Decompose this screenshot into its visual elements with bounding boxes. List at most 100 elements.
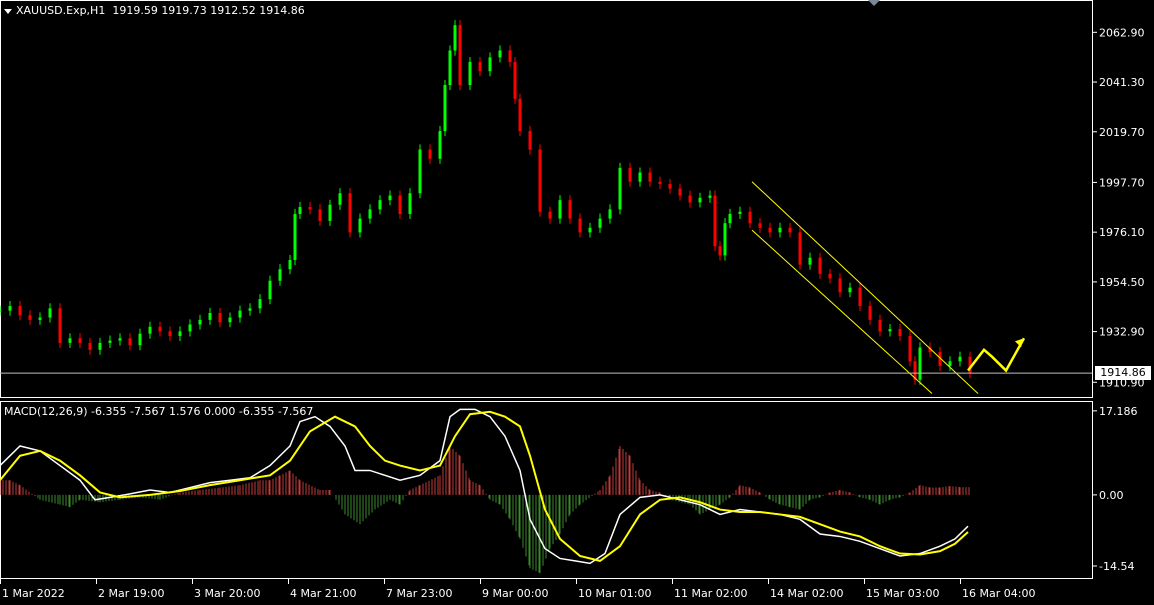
candle-body <box>848 287 852 293</box>
price-series-layer <box>0 20 972 385</box>
chart-header: XAUUSD.Exp,H1 1919.59 1919.73 1912.52 19… <box>4 4 305 17</box>
candle-body <box>178 331 182 336</box>
channel-upper-line <box>751 181 979 394</box>
price-tick-label: 1954.50 <box>1099 276 1145 289</box>
candle-body <box>488 57 492 72</box>
candle-body <box>458 25 462 86</box>
candle-body <box>658 181 662 185</box>
candle-body <box>258 299 262 309</box>
candle-body <box>598 218 602 228</box>
candle-body <box>528 131 532 150</box>
scroll-marker-icon[interactable] <box>868 0 880 6</box>
candle-body <box>208 312 212 320</box>
channel-layer <box>751 181 979 394</box>
main-panel-frame <box>0 0 1093 398</box>
candle-body <box>768 227 772 233</box>
candle-body <box>498 50 502 58</box>
candle-body <box>398 195 402 214</box>
time-tick-label: 7 Mar 23:00 <box>386 587 452 600</box>
candle-body <box>948 361 952 366</box>
candle-body <box>48 308 52 318</box>
symbol-label: XAUUSD.Exp,H1 <box>16 4 106 17</box>
candle-body <box>78 338 82 343</box>
candle-body <box>228 317 232 323</box>
candle-body <box>708 195 712 198</box>
macd-tick-label: 17.186 <box>1099 405 1138 418</box>
candle-body <box>418 149 422 194</box>
candle-body <box>28 315 32 320</box>
candle-body <box>778 227 782 233</box>
time-tick-label: 4 Mar 21:00 <box>290 587 356 600</box>
candle-body <box>148 326 152 334</box>
candle-body <box>838 278 842 293</box>
candle-body <box>738 211 742 214</box>
candle-body <box>918 347 922 380</box>
candle-body <box>128 338 132 346</box>
candle-body <box>68 338 72 343</box>
candle-body <box>468 62 472 86</box>
candle-body <box>958 356 962 362</box>
candle-body <box>828 273 832 279</box>
candle-body <box>88 342 92 350</box>
candle-body <box>878 319 882 332</box>
candle-body <box>448 50 452 86</box>
candle-body <box>248 308 252 311</box>
candle-body <box>118 338 122 341</box>
candle-body <box>338 193 342 205</box>
time-tick-label: 3 Mar 20:00 <box>194 587 260 600</box>
candle-body <box>218 312 222 323</box>
candle-body <box>518 98 522 132</box>
candle-body <box>158 326 162 332</box>
candle-body <box>378 200 382 210</box>
macd-lines-layer <box>0 408 969 565</box>
macd-signal-line <box>0 410 969 562</box>
candle-body <box>408 193 412 214</box>
candle-body <box>8 306 12 311</box>
macd-tick-label: 0.00 <box>1099 489 1124 502</box>
candle-body <box>728 213 732 224</box>
candle-body <box>368 209 372 219</box>
candle-body <box>608 209 612 219</box>
candle-body <box>308 207 312 210</box>
candle-body <box>748 211 752 224</box>
macd-header: MACD(12,26,9) -6.355 -7.567 1.576 0.000 … <box>4 405 314 418</box>
candle-body <box>638 172 642 182</box>
candle-body <box>818 257 822 274</box>
price-tick-label: 2041.30 <box>1099 76 1145 89</box>
candle-body <box>0 310 2 312</box>
candle-body <box>713 195 717 247</box>
macd-main-line <box>0 408 969 565</box>
candle-body <box>428 149 432 159</box>
macd-tick-label: -14.54 <box>1099 560 1134 573</box>
candle-body <box>858 287 862 307</box>
current-price-label: 1914.86 <box>1095 366 1151 381</box>
candle-body <box>688 195 692 203</box>
price-axis: 2062.90 2041.30 2019.70 1997.70 1976.10 1954.… <box>1092 26 1145 389</box>
candle-body <box>358 218 362 233</box>
time-tick-label: 2 Mar 19:00 <box>98 587 164 600</box>
time-tick-label: 15 Mar 03:00 <box>866 587 939 600</box>
candle-body <box>868 306 872 320</box>
candle-body <box>443 85 447 132</box>
candle-body <box>328 204 332 221</box>
candle-body <box>618 167 622 210</box>
candle-body <box>758 223 762 228</box>
candle-body <box>898 329 902 336</box>
candle-body <box>588 227 592 233</box>
candle-body <box>788 227 792 233</box>
candle-body <box>908 335 912 362</box>
forecast-arrow-icon <box>967 337 1026 373</box>
dropdown-triangle-icon[interactable] <box>4 8 12 14</box>
chart-window[interactable]: 2062.90 2041.30 2019.70 1997.70 1976.10 1954.… <box>0 0 1154 602</box>
candle-body <box>723 223 727 256</box>
candle-body <box>678 188 682 196</box>
price-tick-label: 2019.70 <box>1099 126 1145 139</box>
candle-body <box>628 167 632 182</box>
candle-body <box>558 200 562 219</box>
candle-body <box>478 62 482 72</box>
time-tick-label: 9 Mar 00:00 <box>482 587 548 600</box>
candle-body <box>58 308 62 343</box>
chart-canvas[interactable]: 2062.90 2041.30 2019.70 1997.70 1976.10 1954.… <box>0 0 1154 602</box>
candle-body <box>98 342 102 350</box>
candle-body <box>698 197 702 203</box>
